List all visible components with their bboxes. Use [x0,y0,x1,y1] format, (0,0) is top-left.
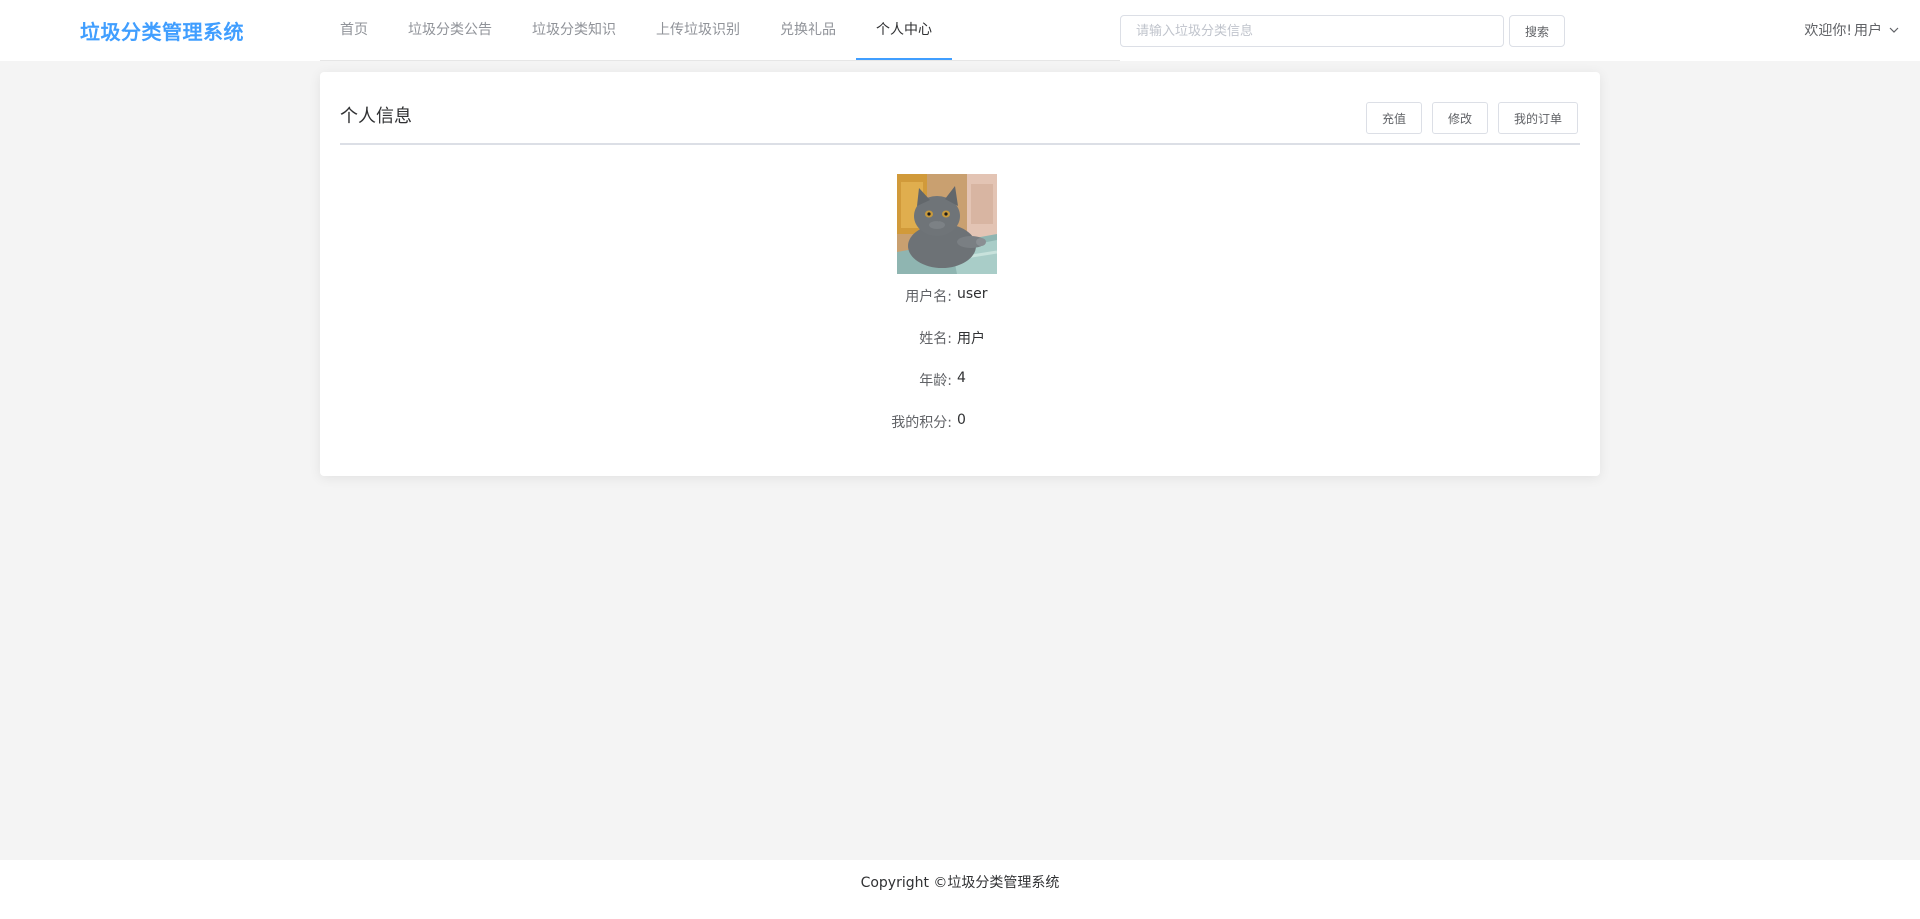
avatar [897,174,997,274]
username-field-value: user [957,286,988,302]
nav-item-knowledge[interactable]: 垃圾分类知识 [512,0,636,60]
name-field-value: 用户 [957,331,985,347]
nav-item-personal-center[interactable]: 个人中心 [856,0,952,60]
search-input[interactable] [1120,15,1504,47]
name-field-label: 姓名: [919,331,952,347]
copyright-text: Copyright ©垃圾分类管理系统 [860,875,1060,891]
info-row-age: 年龄: 4 [320,370,1600,390]
nav-item-upload-recognition[interactable]: 上传垃圾识别 [636,0,760,60]
recharge-button[interactable]: 充值 [1366,102,1422,134]
app-logo-title[interactable]: 垃圾分类管理系统 [80,16,244,45]
top-header: 垃圾分类管理系统 首页 垃圾分类公告 垃圾分类知识 上传垃圾识别 兑换礼品 个人… [0,0,1920,61]
profile-card: 个人信息 充值 修改 我的订单 用户名: user 姓名: 用户 年龄: 4 我… [320,72,1600,476]
username-field-label: 用户名: [905,289,952,305]
age-field-label: 年龄: [919,373,952,389]
points-field-value: 0 [957,412,966,428]
chevron-down-icon [1889,27,1899,33]
divider [340,143,1580,145]
info-row-name: 姓名: 用户 [320,328,1600,348]
cat-photo-avatar [897,174,997,274]
info-row-username: 用户名: user [320,286,1600,306]
user-menu-dropdown[interactable]: 欢迎你! 用户 [1804,20,1900,40]
page-title: 个人信息 [340,106,412,127]
info-row-points: 我的积分: 0 [320,412,1600,432]
my-orders-button[interactable]: 我的订单 [1498,102,1578,134]
age-field-value: 4 [957,370,966,386]
search-button[interactable]: 搜索 [1509,15,1565,47]
username-label: 用户 [1854,23,1882,39]
footer: Copyright ©垃圾分类管理系统 [0,860,1920,919]
main-nav: 首页 垃圾分类公告 垃圾分类知识 上传垃圾识别 兑换礼品 个人中心 [320,0,1120,61]
edit-button[interactable]: 修改 [1432,102,1488,134]
welcome-text: 欢迎你! [1804,23,1852,39]
nav-item-gift-exchange[interactable]: 兑换礼品 [760,0,856,60]
nav-item-announcements[interactable]: 垃圾分类公告 [388,0,512,60]
points-field-label: 我的积分: [891,415,952,431]
nav-item-home[interactable]: 首页 [320,0,388,60]
